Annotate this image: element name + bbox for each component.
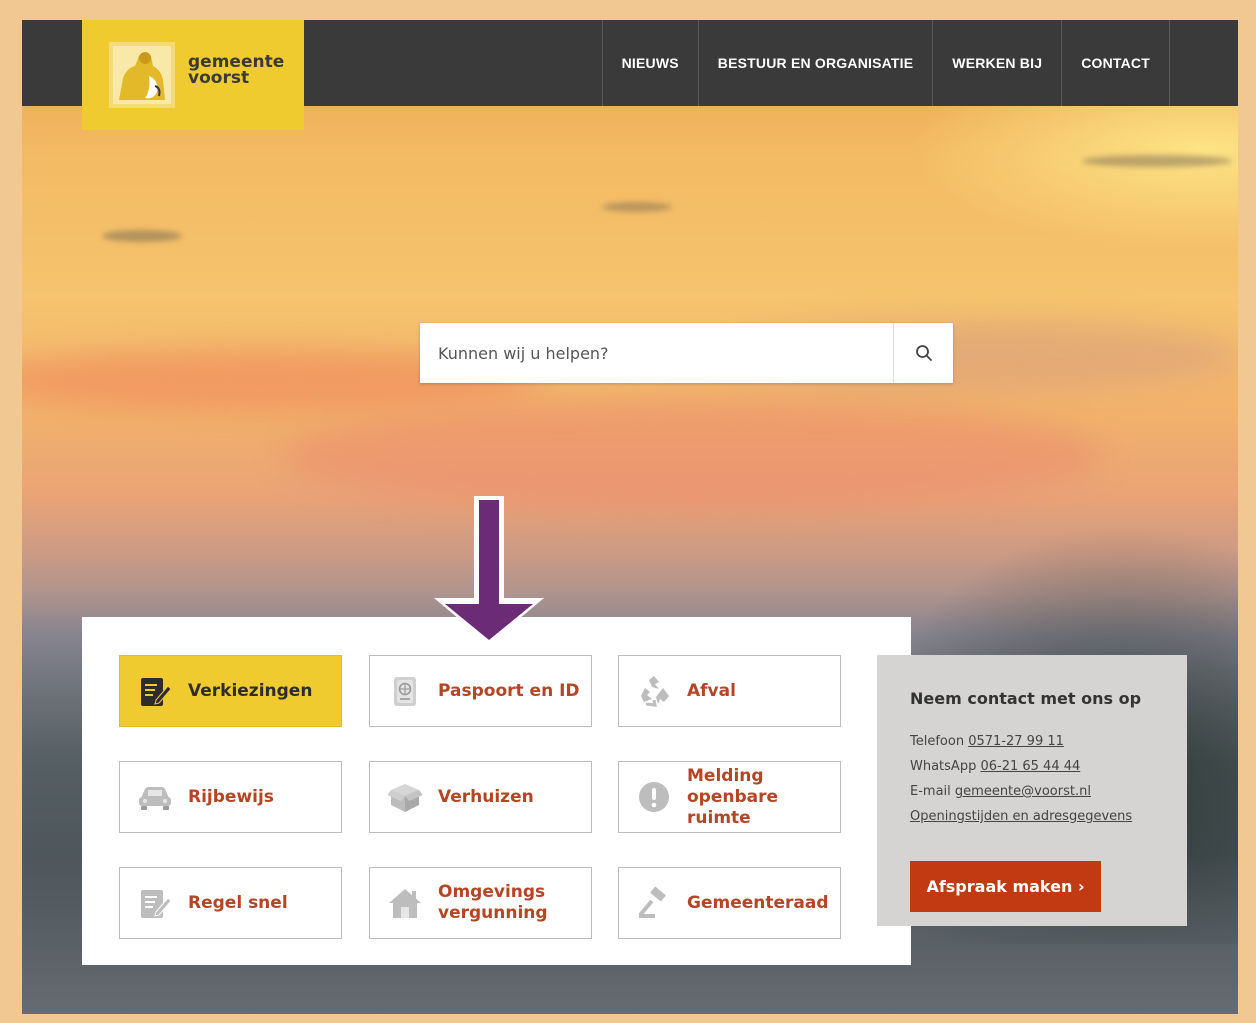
search-icon (915, 345, 932, 361)
contact-email-row: E-mail gemeente@voorst.nl (910, 779, 1187, 804)
email-label: E-mail (910, 784, 951, 799)
search-input[interactable] (420, 323, 893, 383)
house-icon (386, 884, 424, 922)
tile-regel-snel[interactable]: Regel snel (119, 867, 342, 939)
search-bar (420, 323, 953, 383)
car-icon (136, 778, 174, 816)
contact-whatsapp-row: WhatsApp 06-21 65 44 44 (910, 754, 1187, 779)
tile-omgevingsvergunning[interactable]: Omgevings vergunning (369, 867, 592, 939)
tile-label: Omgevings vergunning (438, 882, 548, 923)
whatsapp-link[interactable]: 06-21 65 44 44 (980, 759, 1080, 774)
phone-label: Telefoon (910, 734, 965, 749)
tile-label: Rijbewijs (188, 786, 274, 807)
email-link[interactable]: gemeente@voorst.nl (955, 784, 1091, 799)
recycle-icon (635, 672, 673, 710)
opening-hours-link[interactable]: Openingstijden en adresgegevens (910, 809, 1132, 824)
form-edit-icon (136, 884, 174, 922)
tile-label: Regel snel (188, 892, 288, 913)
alert-icon (635, 778, 673, 816)
tile-paspoort-en-id[interactable]: Paspoort en ID (369, 655, 592, 727)
tile-label: Melding openbare ruimte (687, 765, 779, 828)
tile-label: Verhuizen (438, 786, 534, 807)
make-appointment-button[interactable]: Afspraak maken › (910, 861, 1101, 912)
tile-label: Afval (687, 680, 736, 701)
moving-box-icon (386, 778, 424, 816)
ballot-edit-icon (136, 672, 174, 710)
nav-item-werken-bij[interactable]: WERKEN BIJ (932, 20, 1061, 106)
contact-hours-row: Openingstijden en adresgegevens (910, 804, 1187, 829)
tile-verkiezingen[interactable]: Verkiezingen (119, 655, 342, 727)
contact-title: Neem contact met ons op (910, 689, 1142, 708)
quick-links-panel: Verkiezingen Paspoort en ID Afval Rijbew… (82, 617, 911, 965)
tile-gemeenteraad[interactable]: Gemeenteraad (618, 867, 841, 939)
search-button[interactable] (893, 323, 953, 383)
tile-melding-openbare-ruimte[interactable]: Melding openbare ruimte (618, 761, 841, 833)
municipality-emblem-icon (109, 42, 175, 108)
site-logo[interactable]: gemeente voorst (82, 20, 304, 130)
nav-item-bestuur[interactable]: BESTUUR EN ORGANISATIE (697, 20, 933, 106)
tile-label: Paspoort en ID (438, 680, 580, 701)
contact-box: Neem contact met ons op Telefoon 0571-27… (877, 655, 1187, 926)
main-nav: NIEUWS BESTUUR EN ORGANISATIE WERKEN BIJ… (601, 20, 1170, 106)
annotation-arrow-icon (434, 496, 544, 644)
page-frame: NIEUWS BESTUUR EN ORGANISATIE WERKEN BIJ… (22, 20, 1238, 1014)
nav-item-contact[interactable]: CONTACT (1061, 20, 1170, 106)
tile-label: Gemeenteraad (687, 892, 829, 913)
logo-wordmark: gemeente voorst (188, 54, 284, 88)
tile-rijbewijs[interactable]: Rijbewijs (119, 761, 342, 833)
tile-verhuizen[interactable]: Verhuizen (369, 761, 592, 833)
tile-label: Verkiezingen (188, 680, 313, 701)
gavel-icon (635, 884, 673, 922)
cloud-streak (102, 230, 182, 242)
whatsapp-label: WhatsApp (910, 759, 977, 774)
phone-link[interactable]: 0571-27 99 11 (968, 734, 1064, 749)
contact-phone-row: Telefoon 0571-27 99 11 (910, 729, 1187, 754)
cloud-streak (282, 400, 1102, 510)
nav-item-nieuws[interactable]: NIEUWS (601, 20, 698, 106)
logo-line-2: voorst (188, 68, 250, 88)
passport-icon (386, 672, 424, 710)
tile-afval[interactable]: Afval (618, 655, 841, 727)
cloud-streak (1082, 155, 1232, 167)
cloud-streak (602, 202, 672, 212)
